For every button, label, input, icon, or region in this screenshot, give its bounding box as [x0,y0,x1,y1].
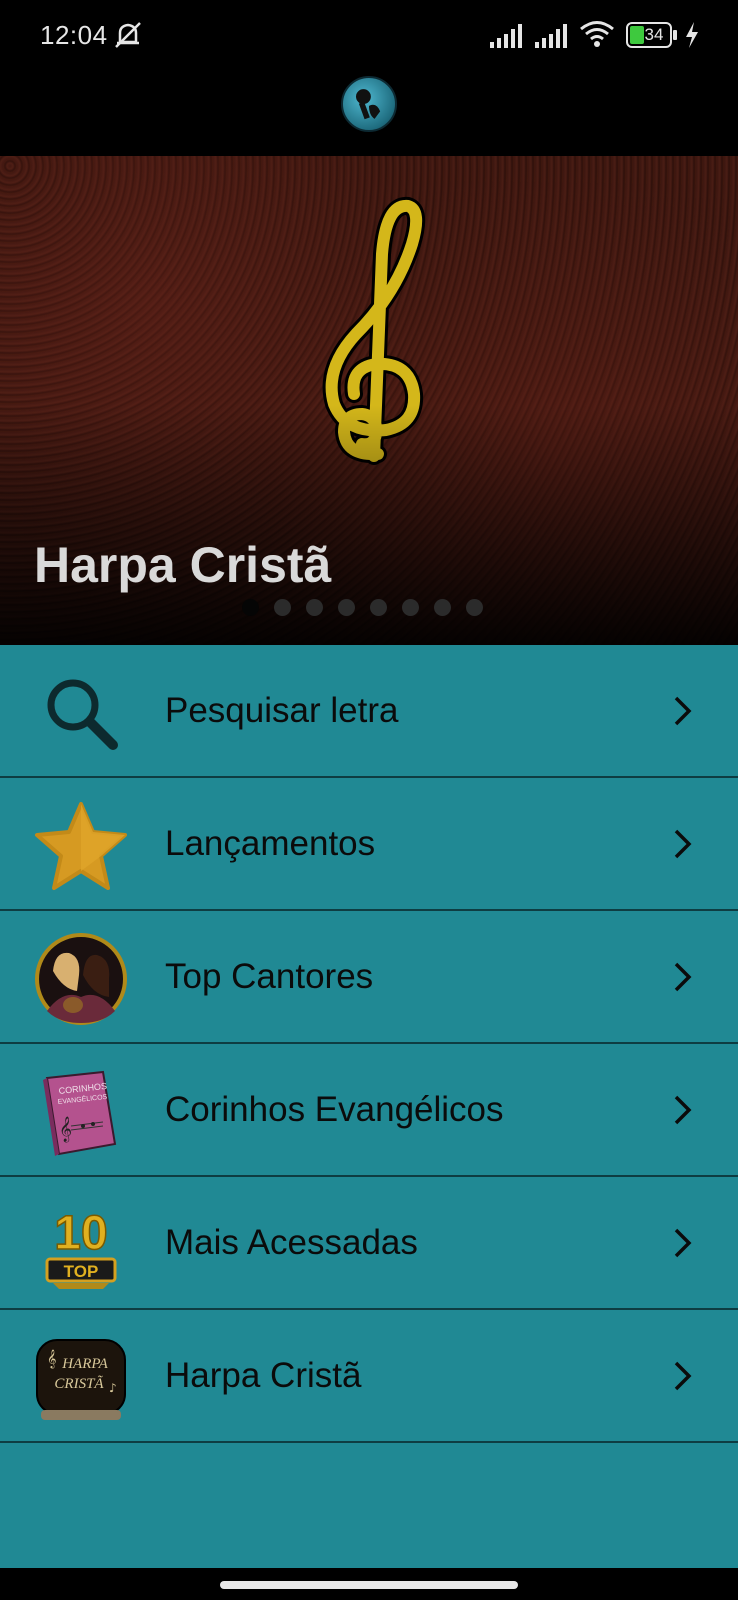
menu-item-harpa-crista[interactable]: HARPA CRISTÃ 𝄞 ♪ Harpa Cristã [0,1310,738,1443]
menu-item-corinhos-evangelicos[interactable]: CORINHOS EVANGÉLICOS 𝄞 Corinhos Evangéli… [0,1044,738,1177]
pager-dot[interactable] [338,599,355,616]
battery-level: 34 [644,25,664,44]
svg-text:𝄞: 𝄞 [59,1116,72,1142]
menu-item-label: Harpa Cristã [165,1356,362,1395]
home-indicator[interactable] [220,1581,518,1589]
chevron-right-icon [674,1361,692,1391]
pager-dot[interactable] [370,599,387,616]
menu-item-label: Top Cantores [165,957,374,996]
svg-text:TOP: TOP [64,1262,99,1281]
songbook-icon: CORINHOS EVANGÉLICOS 𝄞 [43,1070,117,1156]
pager-dot[interactable] [434,599,451,616]
svg-text:𝄞: 𝄞 [47,1349,56,1369]
menu-item-label: Pesquisar letra [165,691,399,730]
signal-icon [490,24,522,48]
menu-item-label: Mais Acessadas [165,1223,418,1262]
pager-dots [242,599,483,619]
app-header [0,76,738,156]
mute-icon [115,22,141,48]
banner-title: Harpa Cristã [34,537,332,593]
top-10-icon: 10 TOP [45,1206,117,1289]
menu-item-pesquisar-letra[interactable]: Pesquisar letra [0,645,738,778]
menu-item-top-cantores[interactable]: Top Cantores [0,911,738,1044]
menu-item-mais-acessadas[interactable]: 10 TOP Mais Acessadas [0,1177,738,1310]
chevron-right-icon [674,829,692,859]
singers-avatar-icon [35,933,127,1025]
svg-text:HARPA: HARPA [61,1356,108,1372]
chevron-right-icon [674,1095,692,1125]
pager-dot[interactable] [402,599,419,616]
chevron-right-icon [674,1228,692,1258]
chevron-right-icon [674,696,692,726]
menu-item-label: Lançamentos [165,824,376,863]
signal-icon [535,24,567,48]
svg-text:♪: ♪ [109,1381,117,1395]
pager-dot[interactable] [306,599,323,616]
status-bar: 12:04 34 [0,0,738,76]
chevron-right-icon [674,962,692,992]
status-time: 12:04 [40,20,108,50]
menu-item-label: Corinhos Evangélicos [165,1090,504,1129]
pager-dot[interactable] [242,599,259,616]
microphone-logo-icon[interactable] [341,76,397,132]
system-navigation-area [0,1568,738,1600]
svg-text:CRISTÃ: CRISTÃ [54,1375,104,1392]
banner-carousel[interactable]: Harpa Cristã [0,156,738,645]
harpa-book-icon: HARPA CRISTÃ 𝄞 ♪ [36,1339,126,1420]
search-icon [47,679,118,750]
wifi-icon [580,21,614,47]
pager-dot[interactable] [466,599,483,616]
svg-text:10: 10 [54,1207,107,1260]
bolt-icon [686,22,698,48]
main-menu: Pesquisar letra Lançamentos Top Cantores [0,645,738,1568]
menu-item-lancamentos[interactable]: Lançamentos [0,778,738,911]
star-icon [35,802,127,890]
pager-dot[interactable] [274,599,291,616]
